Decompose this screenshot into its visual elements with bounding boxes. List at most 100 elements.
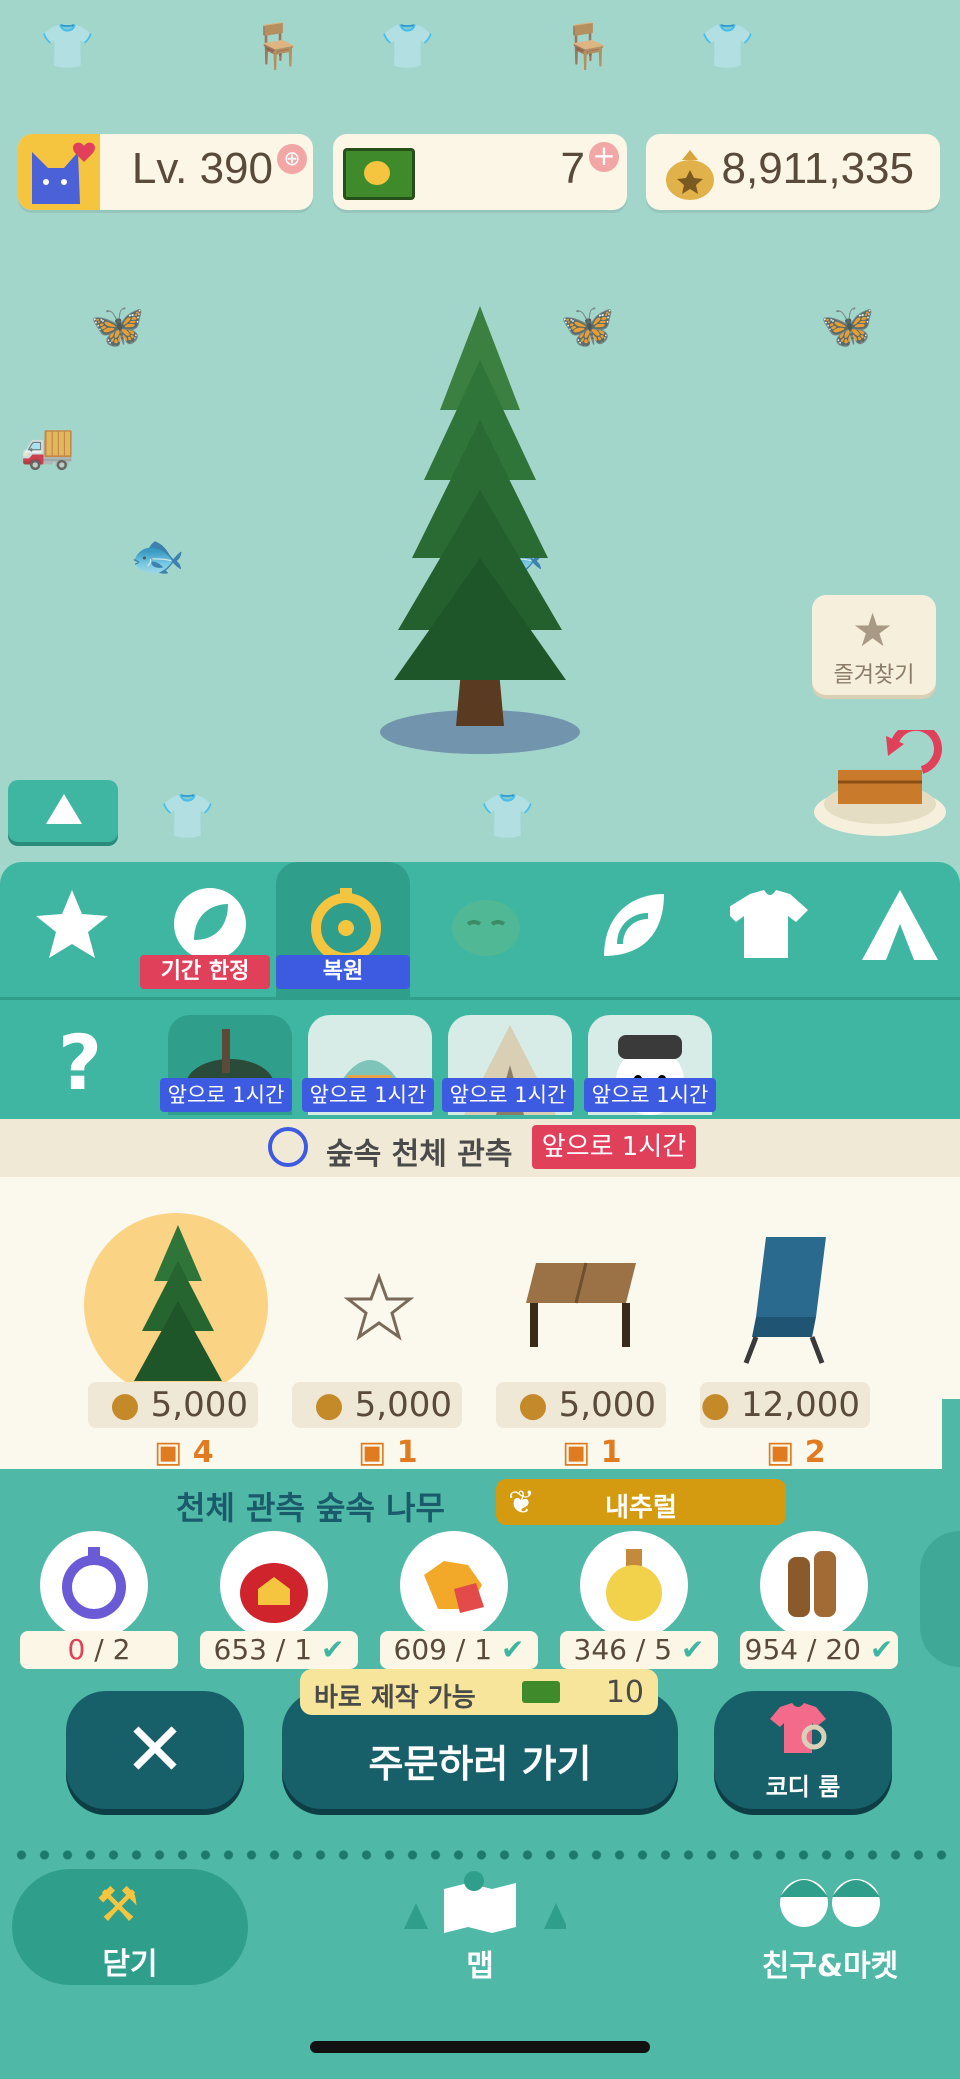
camel-icon <box>452 900 520 956</box>
item-price: ● 5,000 <box>292 1382 462 1428</box>
set-card-time-tag: 앞으로 1시간 <box>302 1078 434 1112</box>
item-owned-count: ▣ 4 <box>154 1435 214 1470</box>
wooden-table-icon <box>526 1262 636 1347</box>
help-button[interactable]: ? <box>58 1018 102 1107</box>
leaf-icon <box>604 894 664 956</box>
rotate-platform-button[interactable] <box>812 722 948 840</box>
pattern-shirt-icon: 👕 <box>160 791 215 842</box>
item-card-camp-chair[interactable]: ● 12,000 ▣ 2 <box>700 1177 880 1470</box>
favorites-button[interactable]: ★ 즐겨찾기 <box>812 595 936 695</box>
map-icon <box>404 1871 566 1933</box>
craft-tools-icon: ⚒ <box>96 1877 140 1933</box>
category-tabs: 기간 한정 복원 <box>0 862 960 997</box>
material-qty: 0 / 2 <box>20 1631 178 1669</box>
pattern-shirt-icon: 👕 <box>40 21 95 72</box>
level-pill: Lv. 390 ⊕ <box>18 134 313 210</box>
buy-tickets-button[interactable]: + <box>589 142 619 172</box>
tab-clothing[interactable] <box>700 862 830 997</box>
friends-icon <box>780 1879 880 1927</box>
pattern-butterfly-icon: 🦋 <box>90 301 145 352</box>
tree-icon <box>134 1225 222 1381</box>
essence-bottle-icon <box>580 1531 688 1639</box>
map-nav-button[interactable]: 맵 <box>380 1869 580 1989</box>
order-button-label: 주문하러 가기 <box>368 1742 592 1786</box>
tab-camp[interactable] <box>830 862 960 997</box>
restore-sets-row: ? 앞으로 1시간 앞으로 1시간 앞으로 1시간 앞으로 1시간 <box>0 997 960 1122</box>
camp-chair-icon <box>743 1237 826 1364</box>
close-nav-label: 닫기 <box>102 1947 158 1982</box>
restore-clock-icon <box>268 1127 308 1167</box>
event-title: 숲속 천체 관측 <box>326 1137 513 1172</box>
tab-limited[interactable]: 기간 한정 <box>140 862 270 997</box>
limited-leaf-icon <box>174 888 246 960</box>
pattern-shirt-icon: 👕 <box>380 21 435 72</box>
bell-bag-icon <box>660 142 720 206</box>
item-card-wooden-table[interactable]: ● 5,000 ▣ 1 <box>496 1177 676 1470</box>
pattern-chair-icon: 🪑 <box>250 21 305 72</box>
ticket-count: 7 <box>560 144 585 193</box>
gem-icon <box>400 1531 508 1639</box>
tab-camel[interactable] <box>416 862 546 997</box>
tab-restore[interactable]: 복원 <box>276 862 410 997</box>
star-icon <box>36 890 108 958</box>
scroll-indicator[interactable] <box>942 1399 960 1469</box>
bells-count: 8,911,335 <box>721 144 914 193</box>
bells-pill: 8,911,335 <box>646 134 940 210</box>
wood-icon <box>760 1531 868 1639</box>
tag-limited: 기간 한정 <box>140 955 270 989</box>
material-qty: 346 / 5 ✔ <box>560 1631 718 1669</box>
item-owned-count: ▣ 2 <box>766 1435 826 1470</box>
more-materials-edge[interactable] <box>920 1531 960 1667</box>
item-preview-stage: 👕 🪑 👕 🪑 👕 🦋 🦋 🐟 🐟 🚚 👕 👕 🦋 Lv. 390 ⊕ 7 + <box>0 0 960 865</box>
bell-bag-icon: ● <box>518 1385 559 1425</box>
tag-restore: 복원 <box>276 955 410 989</box>
pattern-chair-icon: 🪑 <box>560 21 615 72</box>
restore-clock-icon <box>311 888 381 963</box>
item-card-star-ornament[interactable]: ● 5,000 ▣ 1 <box>292 1177 472 1470</box>
set-card-time-tag: 앞으로 1시간 <box>584 1078 716 1112</box>
check-icon: ✔ <box>500 1633 525 1666</box>
instant-craft-banner: 바로 제작 가능 10 <box>300 1669 658 1715</box>
home-indicator[interactable] <box>310 2041 650 2053</box>
pattern-shirt-icon: 👕 <box>480 791 535 842</box>
pattern-truck-icon: 🚚 <box>20 421 75 472</box>
tent-icon <box>862 890 938 960</box>
leaf-ticket-icon <box>343 148 415 200</box>
close-nav-button[interactable]: ⚒ 닫기 <box>12 1869 248 1985</box>
tab-favorites[interactable] <box>2 862 132 997</box>
item-price: ● 12,000 <box>700 1382 870 1428</box>
durability-label: 내추럴 <box>605 1493 677 1523</box>
codi-room-label: 코디 룸 <box>765 1773 841 1801</box>
bottom-navigation: ⚒ 닫기 맵 친구&마켓 <box>0 1849 960 2079</box>
event-title-strip: 숲속 천체 관측 앞으로 1시간 <box>0 1119 960 1177</box>
dotted-divider <box>10 1849 950 1861</box>
item-card-tree[interactable]: ● 5,000 ▣ 4 <box>84 1177 268 1470</box>
pattern-butterfly-icon: 🦋 <box>820 301 875 352</box>
pattern-fish-icon: 🐟 <box>130 531 185 582</box>
check-icon: ✔ <box>320 1633 345 1666</box>
ticket-pill: 7 + <box>333 134 627 210</box>
codi-room-button[interactable]: 코디 룸 <box>714 1691 892 1809</box>
bell-bag-icon: ● <box>700 1385 742 1425</box>
close-icon: ✕ <box>123 1707 186 1793</box>
bell-bag-icon: ● <box>110 1385 151 1425</box>
friends-market-label: 친구&마켓 <box>761 1949 899 1984</box>
event-time-tag: 앞으로 1시간 <box>532 1125 696 1169</box>
pattern-shirt-icon: 👕 <box>700 21 755 72</box>
item-price: ● 5,000 <box>496 1382 666 1428</box>
crafting-panel: 천체 관측 숲속 나무 ❦ 내추럴 0 / 2 653 / 1 ✔ 609 / … <box>0 1469 960 1849</box>
item-price: ● 5,000 <box>88 1382 258 1428</box>
instant-craft-label: 바로 제작 가능 <box>314 1683 476 1713</box>
tab-leaf[interactable] <box>560 862 690 997</box>
cancel-button[interactable]: ✕ <box>66 1691 244 1809</box>
tree-preview <box>370 300 590 764</box>
shirt-icon <box>730 890 808 958</box>
selected-item-name: 천체 관측 숲속 나무 <box>176 1489 445 1527</box>
expand-panel-button[interactable] <box>8 780 118 842</box>
material-qty: 653 / 1 ✔ <box>200 1631 358 1669</box>
bell-bag-house-icon <box>220 1531 328 1639</box>
set-card-time-tag: 앞으로 1시간 <box>160 1078 292 1112</box>
item-owned-count: ▣ 1 <box>358 1435 418 1470</box>
level-info-icon[interactable]: ⊕ <box>277 144 307 174</box>
friends-market-nav-button[interactable]: 친구&마켓 <box>740 1869 920 1989</box>
